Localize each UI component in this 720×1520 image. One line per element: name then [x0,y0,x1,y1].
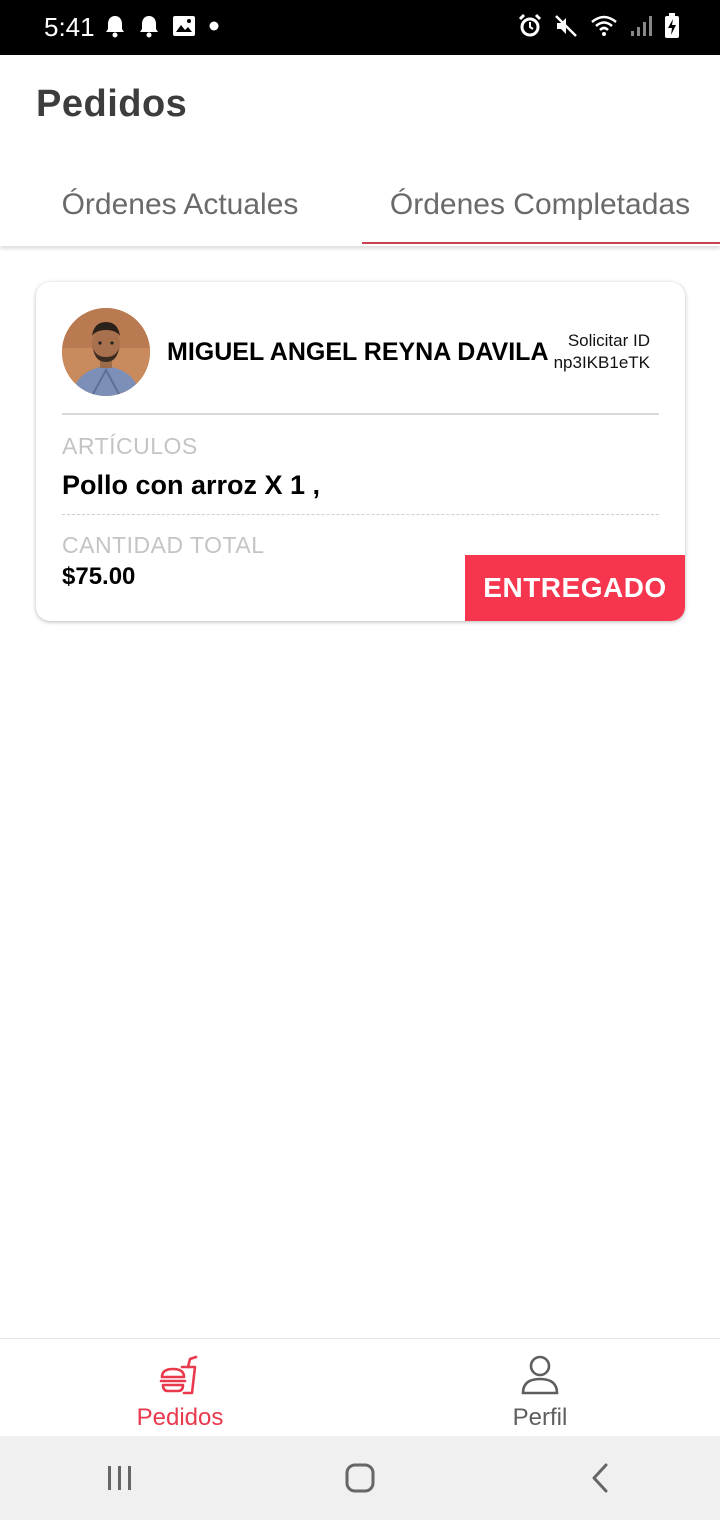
system-nav-bar [0,1436,720,1520]
bottom-nav: Pedidos Perfil [0,1338,720,1436]
bell-icon [104,14,126,38]
divider-dashed [62,514,659,515]
status-badge: ENTREGADO [465,555,685,621]
mute-icon [554,14,578,38]
nav-item-pedidos[interactable]: Pedidos [0,1339,360,1436]
user-icon [518,1353,562,1402]
nav-item-perfil[interactable]: Perfil [360,1339,720,1436]
image-icon [172,15,196,37]
wifi-icon [590,14,618,38]
items-label: ARTÍCULOS [62,433,198,459]
order-id-value: np3IKB1eTK [553,353,650,372]
home-icon[interactable] [320,1448,400,1508]
tab-bar: Órdenes Actuales Órdenes Completadas [0,170,720,246]
back-icon[interactable] [560,1448,640,1508]
alarm-icon [518,13,542,39]
status-right-icons [518,13,680,39]
order-id-label: Solicitar ID [567,331,650,350]
avatar [62,308,150,396]
total-value: $75.00 [62,563,136,590]
bell-icon [138,14,160,38]
tab-completed-orders[interactable]: Órdenes Completadas [360,170,720,246]
signal-icon [630,14,652,38]
page-title: Pedidos [36,83,188,125]
tab-current-orders[interactable]: Órdenes Actuales [0,170,360,246]
divider [62,413,659,415]
total-label: CANTIDAD TOTAL [62,532,265,558]
status-time: 5:41 [44,12,95,42]
recents-icon[interactable] [80,1448,160,1508]
status-left-icons [104,14,220,38]
nav-label-perfil: Perfil [512,1404,568,1431]
customer-name: MIGUEL ANGEL REYNA DAVILA [167,338,549,366]
status-bar: 5:41 [0,0,720,55]
food-icon [158,1353,202,1402]
nav-label-pedidos: Pedidos [136,1404,224,1431]
items-value: Pollo con arroz X 1 , [62,470,321,500]
dot-icon [208,20,220,32]
battery-charging-icon [664,13,680,39]
order-card[interactable]: MIGUEL ANGEL REYNA DAVILA Solicitar ID n… [36,282,685,621]
